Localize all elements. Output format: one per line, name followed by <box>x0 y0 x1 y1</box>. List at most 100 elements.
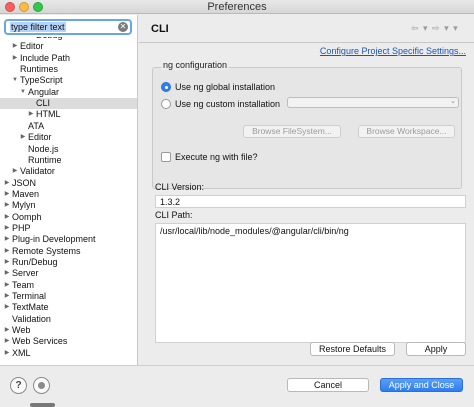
collapsed-arrow-icon[interactable]: ▶ <box>3 302 11 313</box>
tree-item[interactable]: Runtime <box>0 155 137 166</box>
group-title: ng configuration <box>161 60 230 70</box>
browse-filesystem-button[interactable]: Browse FileSystem... <box>243 125 341 138</box>
collapsed-arrow-icon[interactable]: ▶ <box>11 53 19 64</box>
collapsed-arrow-icon[interactable]: ▶ <box>3 280 11 291</box>
collapsed-arrow-icon[interactable]: ▶ <box>3 336 11 347</box>
browse-workspace-button[interactable]: Browse Workspace... <box>358 125 455 138</box>
tree-item[interactable]: ▶ Remote Systems <box>0 246 137 257</box>
tree-item[interactable]: CLI <box>0 98 137 110</box>
cli-path-label: CLI Path: <box>155 210 193 220</box>
tree-item-label: Node.js <box>28 143 59 154</box>
collapsed-arrow-icon[interactable]: ▶ <box>19 132 27 143</box>
tree-item[interactable]: ▶ Mylyn <box>0 200 137 211</box>
collapsed-arrow-icon[interactable]: ▶ <box>11 41 19 52</box>
collapsed-arrow-icon[interactable]: ▶ <box>27 109 35 120</box>
dialog-footer: ? Cancel Apply and Close <box>0 365 474 407</box>
tree-item-label: Editor <box>20 41 44 52</box>
scrollbar-thumb[interactable] <box>30 403 55 407</box>
tree-item-label: Maven <box>12 188 40 199</box>
collapsed-arrow-icon[interactable]: ▶ <box>3 348 11 359</box>
tree-item[interactable]: ▶ XML <box>0 348 137 359</box>
execute-with-file-checkbox[interactable] <box>161 152 171 162</box>
tree-item-label: TextMate <box>12 302 49 313</box>
preference-page: CLI ⇦ ▾ ⇨ ▾ ▾ Configure Project Specific… <box>139 15 474 366</box>
tree-item-label: Mylyn <box>12 200 36 211</box>
custom-install-radio[interactable] <box>161 99 171 109</box>
tree-item[interactable]: ▶ Web Services <box>0 336 137 347</box>
expanded-arrow-icon[interactable]: ▼ <box>19 87 27 98</box>
collapsed-arrow-icon[interactable]: ▶ <box>3 325 11 336</box>
apply-button[interactable]: Apply <box>406 342 466 356</box>
tree-item[interactable]: ▶ PHP <box>0 223 137 234</box>
collapsed-arrow-icon[interactable]: ▶ <box>3 291 11 302</box>
tree-item[interactable]: ▶ Editor <box>0 132 137 143</box>
window-title: Preferences <box>207 1 267 13</box>
global-install-radio[interactable] <box>161 82 171 92</box>
tree-item-label: ATA <box>28 120 45 131</box>
collapsed-arrow-icon[interactable]: ▶ <box>3 178 11 189</box>
collapsed-arrow-icon[interactable]: ▶ <box>11 166 19 177</box>
tree-item[interactable]: ▶ Oomph <box>0 212 137 223</box>
tree-item[interactable]: ▶ Terminal <box>0 291 137 302</box>
tree-item[interactable]: ▶ Editor <box>0 41 137 52</box>
restore-defaults-button[interactable]: Restore Defaults <box>310 342 395 356</box>
tree-item-label: Angular <box>28 86 60 97</box>
preferences-sidebar: type filter text ✕ Debug▶Editor▶Include … <box>0 15 138 365</box>
custom-install-label[interactable]: Use ng custom installation <box>175 99 280 109</box>
tree-item[interactable]: ▼ Angular <box>0 87 137 98</box>
tree-item-label: Run/Debug <box>12 257 58 267</box>
tree-item-label: Runtime <box>28 154 62 165</box>
collapsed-arrow-icon[interactable]: ▶ <box>3 246 11 257</box>
tree-item[interactable]: Validation <box>0 314 137 325</box>
tree-item[interactable]: ▶ Server <box>0 268 137 279</box>
tree-item-label: Web <box>12 325 31 336</box>
tree-item[interactable]: ▼ TypeScript <box>0 75 137 86</box>
custom-path-combo[interactable]: ⌄ <box>287 97 459 108</box>
tree-item[interactable]: ▶ Team <box>0 280 137 291</box>
apply-and-close-button[interactable]: Apply and Close <box>380 378 463 392</box>
tree-item[interactable]: ▶ HTML <box>0 109 137 120</box>
tree-item[interactable]: ▶ TextMate <box>0 302 137 313</box>
tree-item[interactable]: ▶ Plug-in Development <box>0 234 137 245</box>
global-install-label[interactable]: Use ng global installation <box>175 82 275 92</box>
tree-item[interactable]: ▶ Maven <box>0 189 137 200</box>
tree-item-label: Server <box>12 268 39 279</box>
filter-input[interactable]: type filter text ✕ <box>4 19 132 35</box>
page-title: CLI <box>151 23 169 35</box>
collapsed-arrow-icon[interactable]: ▶ <box>3 189 11 200</box>
cancel-button[interactable]: Cancel <box>287 378 369 392</box>
tree-item[interactable]: ▶ Validator <box>0 166 137 177</box>
import-export-icon[interactable] <box>33 377 50 394</box>
execute-with-file-label[interactable]: Execute ng with file? <box>175 152 258 162</box>
cli-path-field[interactable]: /usr/local/lib/node_modules/@angular/cli… <box>155 223 466 343</box>
collapsed-arrow-icon[interactable]: ▶ <box>3 268 11 279</box>
tree-item[interactable]: ▶ Run/Debug <box>0 257 137 268</box>
help-icon[interactable]: ? <box>10 377 27 394</box>
tree-item[interactable]: ▶ Include Path <box>0 53 137 64</box>
tree-item-label: Editor <box>28 132 52 143</box>
title-bar: Preferences <box>0 0 474 14</box>
tree-item[interactable]: ▶ JSON <box>0 178 137 189</box>
filter-text[interactable]: type filter text <box>10 22 66 32</box>
collapsed-arrow-icon[interactable]: ▶ <box>3 212 11 223</box>
clear-filter-icon[interactable]: ✕ <box>118 22 128 32</box>
collapsed-arrow-icon[interactable]: ▶ <box>3 223 11 234</box>
tree-item-label: Terminal <box>12 291 47 302</box>
collapsed-arrow-icon[interactable]: ▶ <box>3 200 11 211</box>
tree-item[interactable]: ▶ Web <box>0 325 137 336</box>
tree-item[interactable]: Runtimes <box>0 64 137 75</box>
chevron-down-icon: ⌄ <box>450 98 456 105</box>
collapsed-arrow-icon[interactable]: ▶ <box>3 257 11 268</box>
tree-item[interactable]: ATA <box>0 121 137 132</box>
cli-version-field[interactable]: 1.3.2 <box>155 195 466 208</box>
tree-item-label: Team <box>12 279 35 290</box>
tree-item[interactable]: Node.js <box>0 144 137 155</box>
tree-item-label: PHP <box>12 222 31 233</box>
tree-item-label: Plug-in Development <box>12 234 96 245</box>
expanded-arrow-icon[interactable]: ▼ <box>11 75 19 86</box>
configure-project-settings-link[interactable]: Configure Project Specific Settings... <box>320 46 466 56</box>
collapsed-arrow-icon[interactable]: ▶ <box>3 234 11 245</box>
history-nav-icon[interactable]: ⇦ ▾ ⇨ ▾ ▾ <box>411 23 459 34</box>
tree-item-label: HTML <box>36 109 61 120</box>
tree-item-label: Oomph <box>12 211 42 222</box>
